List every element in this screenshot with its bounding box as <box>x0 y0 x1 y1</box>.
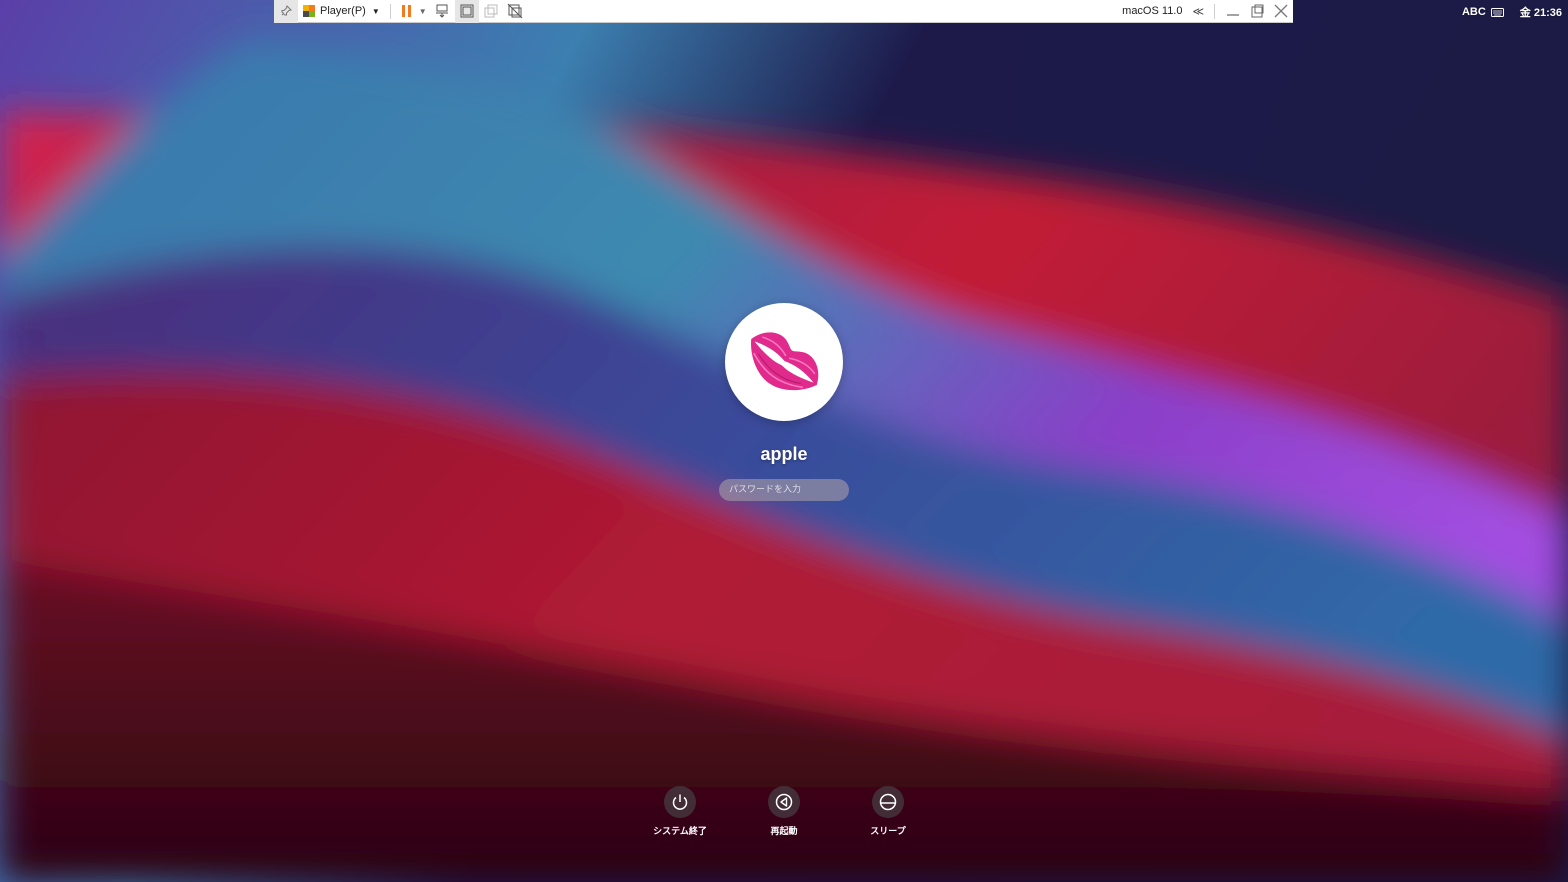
vm-toolbar: Player(P) ▼ ▼ macOS 11.0 ≪ <box>274 0 1293 23</box>
menubar-status: ABC 金 21:36 <box>1462 4 1562 20</box>
player-menu-label: Player(P) <box>320 5 366 17</box>
chevron-down-icon: ▼ <box>418 6 427 16</box>
restore-icon <box>1251 4 1264 18</box>
username-label: apple <box>760 444 808 464</box>
player-menu[interactable]: Player(P) ▼ <box>298 0 384 23</box>
close-icon <box>1274 4 1288 18</box>
player-icon <box>303 5 315 17</box>
input-source-label: ABC <box>1461 6 1486 18</box>
restore-button[interactable] <box>1245 0 1269 23</box>
shutdown-label: システム終了 <box>653 827 707 837</box>
send-ctrl-alt-del-icon <box>435 4 448 18</box>
close-button[interactable] <box>1269 0 1293 23</box>
minimize-button[interactable] <box>1221 0 1245 23</box>
keyboard-icon <box>1490 7 1504 17</box>
pause-icon <box>401 5 411 17</box>
unity-icon <box>484 4 498 18</box>
password-input[interactable] <box>719 479 849 501</box>
shutdown-button[interactable]: システム終了 <box>625 786 735 837</box>
sleep-button[interactable]: スリープ <box>833 786 943 837</box>
unity-button[interactable] <box>479 0 503 23</box>
restart-button[interactable]: 再起動 <box>729 786 839 837</box>
sleep-label: スリープ <box>870 827 906 837</box>
minimize-icon <box>1227 14 1239 16</box>
vm-name: macOS 11.0 <box>1122 5 1183 17</box>
pause-button[interactable]: ▼ <box>397 0 431 23</box>
chevron-down-icon: ▼ <box>371 6 380 16</box>
power-icon <box>664 786 696 818</box>
pin-icon[interactable] <box>274 0 298 23</box>
send-ctrl-alt-del-button[interactable] <box>431 0 455 23</box>
exit-unity-icon <box>507 3 523 19</box>
menubar-clock[interactable]: 金 21:36 <box>1520 4 1562 20</box>
desktop-wallpaper <box>0 0 1568 882</box>
sleep-icon <box>872 786 904 818</box>
toolbar-divider <box>389 3 391 19</box>
restart-icon <box>768 786 800 818</box>
collapse-toolbar-button[interactable]: ≪ <box>1188 0 1208 23</box>
fullscreen-button[interactable] <box>454 0 479 23</box>
clock-label: 金 21:36 <box>1519 7 1562 19</box>
fullscreen-icon <box>460 4 474 18</box>
collapse-icon: ≪ <box>1192 5 1204 18</box>
input-source-menu[interactable]: ABC <box>1462 6 1504 18</box>
user-avatar[interactable] <box>725 303 843 421</box>
restart-label: 再起動 <box>770 827 798 837</box>
toolbar-divider <box>1214 3 1215 19</box>
exit-unity-button[interactable] <box>503 0 527 23</box>
lips-icon <box>751 332 819 391</box>
